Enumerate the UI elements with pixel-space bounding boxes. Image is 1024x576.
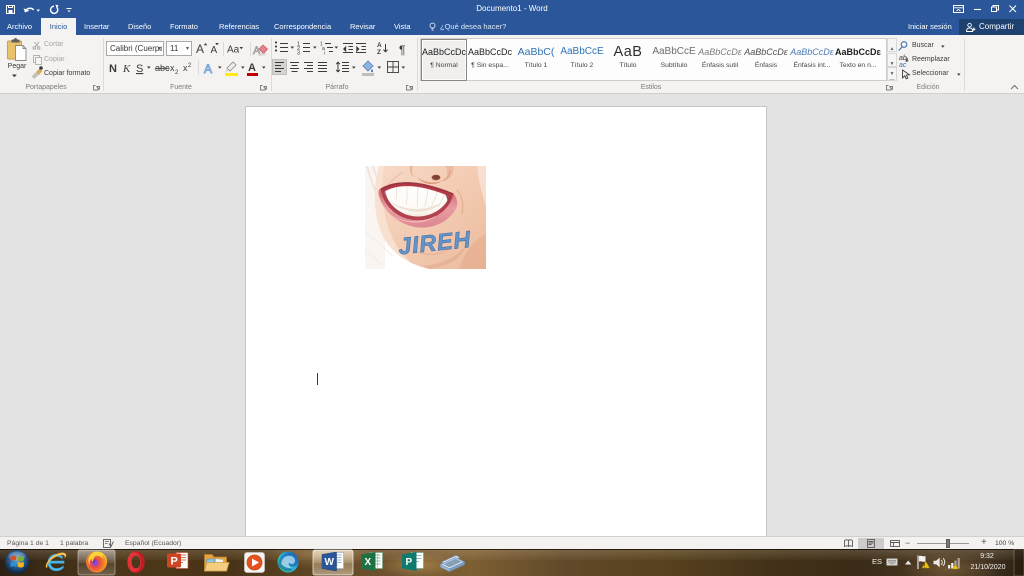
svg-text:!: ! [924, 564, 926, 570]
svg-text:¶: ¶ [399, 43, 405, 57]
svg-text:A: A [196, 42, 204, 56]
svg-text:W: W [325, 557, 335, 568]
svg-text:P: P [406, 557, 413, 568]
svg-text:ac: ac [899, 62, 907, 69]
svg-text:S: S [136, 63, 143, 75]
svg-text:Z: Z [377, 49, 381, 56]
svg-text:A: A [248, 62, 256, 74]
svg-text:A: A [211, 45, 218, 56]
svg-text:2: 2 [188, 63, 192, 69]
svg-text:abc: abc [155, 63, 170, 73]
svg-text:A: A [204, 62, 212, 76]
svg-text:i: i [324, 51, 325, 57]
svg-text:A: A [377, 42, 382, 49]
svg-text:K: K [122, 63, 131, 75]
svg-text:Aa: Aa [227, 45, 240, 56]
svg-text:N: N [109, 63, 117, 75]
svg-text:3: 3 [297, 51, 300, 57]
svg-text:X: X [365, 557, 372, 568]
svg-text:P: P [171, 556, 178, 568]
svg-text:2: 2 [175, 70, 179, 76]
